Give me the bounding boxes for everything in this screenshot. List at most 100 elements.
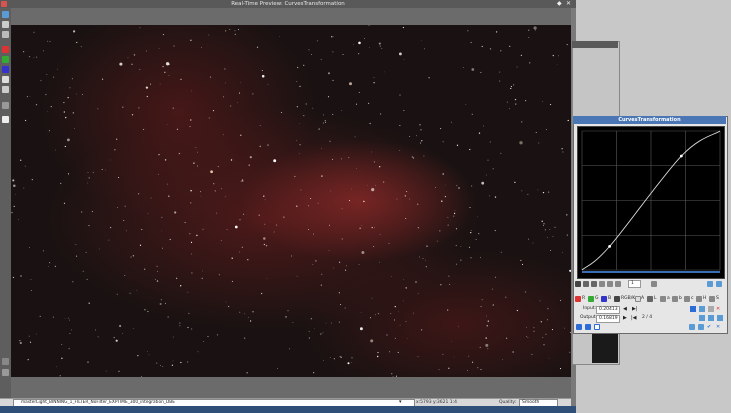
star: [372, 246, 374, 247]
link-icon[interactable]: [708, 306, 714, 312]
star: [72, 30, 76, 33]
histogram-icon[interactable]: [699, 315, 705, 321]
star: [239, 251, 241, 253]
curve-control-point[interactable]: [679, 154, 683, 158]
reset-red-icon[interactable]: ✕: [716, 305, 720, 313]
blue-channel-icon[interactable]: [601, 296, 607, 302]
star: [323, 359, 324, 361]
delete-point-icon[interactable]: [591, 281, 597, 287]
edit-icon[interactable]: [698, 324, 704, 330]
star: [384, 71, 385, 73]
cursor-icon[interactable]: [2, 369, 9, 376]
luminance-icon[interactable]: [2, 86, 9, 93]
c-channel-icon[interactable]: [684, 296, 690, 302]
star: [539, 300, 541, 302]
grid-icon[interactable]: [2, 358, 9, 365]
star: [367, 184, 368, 186]
pan-icon[interactable]: [615, 281, 621, 287]
next-point-icon[interactable]: ▶: [623, 314, 627, 322]
star: [261, 74, 265, 78]
star: [71, 329, 73, 331]
lightness-channel-icon[interactable]: [647, 296, 653, 302]
green-channel-icon[interactable]: [588, 296, 594, 302]
check-icon[interactable]: ✔: [707, 323, 711, 331]
star: [444, 184, 446, 186]
hue-channel-icon[interactable]: [696, 296, 702, 302]
browse-icon[interactable]: [689, 324, 695, 330]
star: [394, 305, 396, 308]
star: [156, 265, 158, 267]
star: [113, 336, 115, 339]
b-channel-icon[interactable]: [672, 296, 678, 302]
zoom-input[interactable]: 1: [628, 280, 641, 288]
reset-icon[interactable]: [707, 281, 713, 287]
star: [420, 329, 423, 331]
star: [467, 30, 469, 32]
star: [190, 190, 192, 192]
preview-toggle-icon[interactable]: [716, 281, 722, 287]
prev-point-icon[interactable]: ◀: [623, 305, 627, 313]
edit-point-icon[interactable]: [575, 281, 581, 287]
star: [405, 321, 407, 322]
pan-icon[interactable]: [2, 31, 9, 38]
star: [470, 230, 472, 232]
output-field[interactable]: 0.16819: [596, 315, 620, 323]
restore-icon[interactable]: [717, 315, 723, 321]
first-point-icon[interactable]: |◀: [631, 314, 637, 322]
star: [308, 337, 310, 339]
star: [33, 57, 35, 58]
curves-graph[interactable]: [577, 126, 725, 279]
star: [354, 136, 356, 138]
star: [187, 326, 189, 329]
star: [150, 83, 152, 85]
store-icon[interactable]: [708, 315, 714, 321]
star: [29, 341, 32, 343]
star: [123, 220, 125, 221]
select-point-icon[interactable]: [583, 281, 589, 287]
background-window-title[interactable]: [572, 41, 618, 48]
input-field[interactable]: 0.20413: [596, 306, 620, 314]
close-icon[interactable]: ✕: [566, 1, 572, 7]
new-instance-icon[interactable]: [576, 324, 582, 330]
red-channel-icon[interactable]: [2, 46, 9, 53]
a-channel-icon[interactable]: [660, 296, 666, 302]
star: [528, 37, 530, 38]
saturation-channel-icon[interactable]: [709, 296, 715, 302]
star: [358, 263, 360, 266]
cancel-icon[interactable]: ✕: [716, 323, 720, 331]
chevron-down-icon[interactable]: ▾: [399, 399, 402, 406]
zoom-in-icon[interactable]: [599, 281, 605, 287]
star: [82, 93, 83, 95]
star: [148, 354, 150, 356]
green-channel-icon[interactable]: [2, 56, 9, 63]
rgb-icon[interactable]: [2, 76, 9, 83]
star: [426, 245, 428, 247]
pin-icon[interactable]: [690, 306, 696, 312]
red-channel-icon[interactable]: [575, 296, 581, 302]
star: [527, 238, 530, 240]
zoom-icon[interactable]: [2, 21, 9, 28]
zoom-out-icon[interactable]: [607, 281, 613, 287]
real-time-preview-icon[interactable]: [594, 324, 600, 330]
preview-icon[interactable]: [2, 11, 9, 18]
settings-icon[interactable]: [699, 306, 705, 312]
curves-window-title[interactable]: CurvesTransformation: [573, 116, 726, 124]
dock-icon[interactable]: ◆: [557, 1, 563, 7]
apply-global-icon[interactable]: [585, 324, 591, 330]
search-icon[interactable]: [651, 281, 657, 287]
nebula-image[interactable]: [11, 25, 571, 377]
star: [252, 311, 254, 313]
blue-channel-icon[interactable]: [2, 66, 9, 73]
print-icon[interactable]: [2, 116, 9, 123]
star: [20, 159, 22, 161]
star: [80, 46, 82, 48]
star: [494, 196, 497, 198]
rotate-icon[interactable]: [2, 102, 9, 109]
star: [453, 356, 455, 358]
star: [402, 26, 404, 29]
window-menu-icon[interactable]: [1, 1, 7, 7]
star: [176, 277, 178, 279]
last-point-icon[interactable]: ▶|: [632, 305, 638, 313]
rgbk-channel-icon[interactable]: [614, 296, 620, 302]
curve-control-point[interactable]: [608, 244, 611, 248]
